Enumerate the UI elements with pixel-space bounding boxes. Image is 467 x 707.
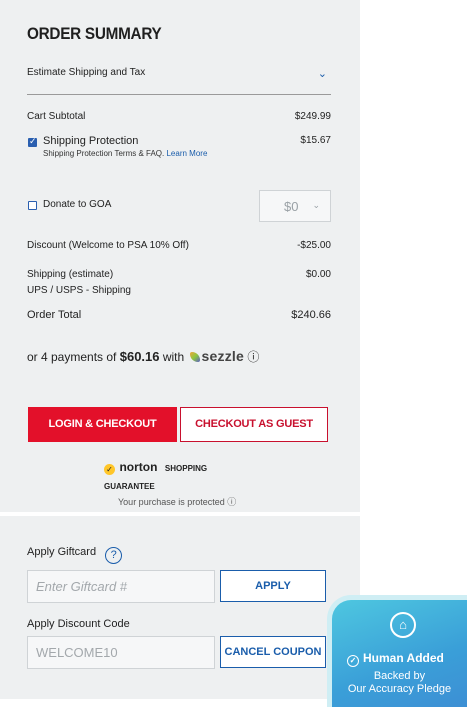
order-total-label: Order Total [27,309,82,321]
check-icon: ✓ [347,655,359,667]
learn-more-link[interactable]: Learn More [166,149,207,158]
estimate-shipping-label: Estimate Shipping and Tax [27,67,146,78]
shipping-protection-checkbox[interactable] [28,136,37,147]
sezzle-brand: sezzle [201,348,244,364]
chevron-down-icon: ⌄ [312,200,320,210]
discount-value: -$25.00 [297,240,331,251]
human-added-title-row: ✓ Human Added [347,651,444,667]
order-summary-panel: ORDER SUMMARY Estimate Shipping and Tax … [0,0,360,512]
shipping-protection-row: Shipping Protection Shipping Protection … [27,135,331,158]
shipping-protection-label: Shipping Protection [43,135,139,147]
shipping-label: Shipping (estimate) [27,269,114,280]
giftcard-label-row: Apply Giftcard ? [27,546,123,564]
cart-subtotal-label: Cart Subtotal [27,111,86,122]
giftcard-label: Apply Giftcard [27,546,97,558]
order-total-row: Order Total $240.66 [27,309,331,321]
order-summary-title: ORDER SUMMARY [27,24,162,43]
cart-subtotal-row: Cart Subtotal $249.99 [27,111,331,122]
donate-amount-select[interactable]: $0 ⌄ [259,190,331,222]
sezzle-prefix: or 4 payments of [27,350,117,364]
discount-code-input[interactable]: WELCOME10 [27,636,215,669]
donate-label: Donate to GOA [43,199,112,210]
badge-line-1: Backed by [373,670,426,682]
shipping-protection-terms[interactable]: Shipping Protection Terms & FAQ. [43,149,164,158]
human-added-badge[interactable]: ⌂ ✓ Human Added Backed by Our Accuracy Pl… [327,595,467,707]
chevron-down-icon[interactable]: ⌄ [318,67,327,80]
sezzle-amount: $60.16 [119,349,160,364]
norton-check-icon: ✓ [104,464,115,475]
home-icon: ⌂ [390,612,416,638]
sezzle-logo-icon [189,352,200,362]
donate-checkbox[interactable] [28,201,37,210]
norton-brand: norton [119,460,158,474]
sezzle-installments: or 4 payments of $60.16 with sezzle ⓘ [27,348,259,365]
estimate-shipping-toggle[interactable]: Estimate Shipping and Tax ⌄ [27,67,331,80]
giftcard-input[interactable]: Enter Giftcard # [27,570,215,603]
discount-code-label: Apply Discount Code [27,618,130,630]
norton-guarantee: ✓ norton SHOPPING GUARANTEE Your purchas… [104,458,254,508]
shipping-row: Shipping (estimate) UPS / USPS - Shippin… [27,269,331,296]
shipping-value: $0.00 [305,269,331,280]
login-checkout-button[interactable]: LOGIN & CHECKOUT [28,407,177,442]
shipping-method: UPS / USPS - Shipping [27,285,131,296]
human-added-title: Human Added [363,651,444,665]
sezzle-with: with [162,350,185,364]
apply-giftcard-button[interactable]: APPLY [220,570,326,602]
divider [27,94,331,95]
help-icon[interactable]: ? [105,547,123,564]
checkout-as-guest-button[interactable]: CHECKOUT AS GUEST [180,407,328,442]
cart-subtotal-value: $249.99 [294,111,331,122]
cancel-coupon-button[interactable]: CANCEL COUPON [220,636,326,668]
discount-row: Discount (Welcome to PSA 10% Off) -$25.0… [27,240,331,251]
shipping-protection-value: $15.67 [300,135,331,146]
badge-line-2: Our Accuracy Pledge [347,683,452,695]
discount-label: Discount (Welcome to PSA 10% Off) [27,240,189,251]
norton-sub: Your purchase is protected ⓘ [118,497,237,507]
order-total-value: $240.66 [291,309,331,321]
coupon-panel: Apply Giftcard ? Enter Giftcard # APPLY … [0,516,360,699]
info-icon[interactable]: ⓘ [247,350,259,364]
shipping-protection-terms-line: Shipping Protection Terms & FAQ. Learn M… [43,149,331,158]
donate-amount-value: $0 [284,199,299,214]
